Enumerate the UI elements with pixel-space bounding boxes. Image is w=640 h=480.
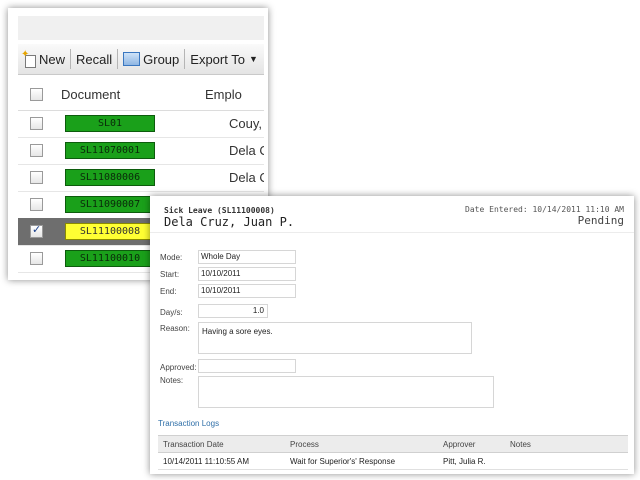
document-subtitle: Sick Leave (SL11100008) xyxy=(164,206,275,215)
start-label: Start: xyxy=(160,270,180,279)
new-document-icon: ✦ xyxy=(21,49,37,68)
table-row[interactable]: SL11080006 Dela C xyxy=(18,164,264,192)
group-icon xyxy=(123,52,141,66)
reason-label: Reason: xyxy=(160,324,190,333)
days-field[interactable]: 1.0 xyxy=(198,304,268,318)
log-header-approver: Approver xyxy=(443,440,476,449)
recall-button-label: Recall xyxy=(76,51,113,67)
list-header-row: Document Emplo xyxy=(18,78,264,111)
column-header-employee[interactable]: Emplo xyxy=(205,87,242,102)
list-top-bar xyxy=(18,16,264,40)
approved-field[interactable] xyxy=(198,359,296,373)
document-id-chip[interactable]: SL11070001 xyxy=(65,142,155,159)
recall-button[interactable]: Recall xyxy=(71,44,117,74)
table-row[interactable]: SL01 Couy, xyxy=(18,110,264,138)
log-header-row: Transaction Date Process Approver Notes xyxy=(158,435,628,453)
row-checkbox[interactable] xyxy=(30,252,43,265)
row-checkbox[interactable] xyxy=(30,144,43,157)
row-checkbox[interactable] xyxy=(30,198,43,211)
notes-textarea[interactable] xyxy=(198,376,494,408)
row-checkbox[interactable] xyxy=(30,171,43,184)
document-id-chip[interactable]: SL11100010 xyxy=(65,250,155,267)
dropdown-arrow-icon: ▼ xyxy=(248,54,258,64)
document-id-chip[interactable]: SL11080006 xyxy=(65,169,155,186)
start-date-field[interactable]: 10/10/2011 xyxy=(198,267,296,281)
log-header-date: Transaction Date xyxy=(163,440,224,449)
employee-name: Dela Cruz, Juan P. xyxy=(164,215,295,229)
document-id-chip[interactable]: SL11090007 xyxy=(65,196,155,213)
group-button-label: Group xyxy=(143,51,180,67)
log-row: 10/14/2011 11:10:55 AM Wait for Superior… xyxy=(158,453,628,470)
detail-header: Sick Leave (SL11100008) Dela Cruz, Juan … xyxy=(150,196,634,233)
approved-label: Approved: xyxy=(160,363,197,372)
status-text: Pending xyxy=(577,214,624,227)
date-entered: Date Entered: 10/14/2011 11:10 AM xyxy=(465,205,624,214)
export-dropdown[interactable]: Export To ▼ xyxy=(185,44,263,74)
group-button[interactable]: Group xyxy=(118,44,184,74)
document-id-chip[interactable]: SL11100008 xyxy=(65,223,155,240)
end-date-field[interactable]: 10/10/2011 xyxy=(198,284,296,298)
column-header-document[interactable]: Document xyxy=(61,87,201,102)
employee-cell: Dela C xyxy=(229,170,264,185)
transaction-log-table: Transaction Date Process Approver Notes … xyxy=(158,435,628,470)
reason-textarea[interactable]: Having a sore eyes. xyxy=(198,322,472,354)
transaction-logs-link[interactable]: Transaction Logs xyxy=(158,419,219,428)
log-process-cell: Wait for Superior's' Response xyxy=(290,457,396,466)
row-checkbox-checked[interactable]: ✓ xyxy=(30,223,43,238)
checkmark-icon: ✓ xyxy=(32,223,42,236)
employee-cell: Couy, xyxy=(229,116,262,131)
log-approver-cell: Pitt, Julia R. xyxy=(443,457,486,466)
log-date-cell: 10/14/2011 11:10:55 AM xyxy=(163,457,249,466)
list-toolbar: ✦ New Recall Group Export To ▼ xyxy=(18,44,264,75)
end-label: End: xyxy=(160,287,177,296)
leave-detail-card: Sick Leave (SL11100008) Dela Cruz, Juan … xyxy=(150,196,634,474)
new-button[interactable]: ✦ New xyxy=(18,44,70,74)
new-button-label: New xyxy=(39,51,66,67)
document-id-chip[interactable]: SL01 xyxy=(65,115,155,132)
notes-label: Notes: xyxy=(160,376,184,385)
select-all-checkbox[interactable] xyxy=(30,87,43,101)
employee-cell: Dela C xyxy=(229,143,264,158)
table-row[interactable]: SL11070001 Dela C xyxy=(18,137,264,165)
row-checkbox[interactable] xyxy=(30,117,43,130)
export-button-label: Export To xyxy=(190,51,245,67)
mode-label: Mode: xyxy=(160,253,183,262)
log-header-process: Process xyxy=(290,440,319,449)
mode-field[interactable]: Whole Day xyxy=(198,250,296,264)
days-label: Day/s: xyxy=(160,308,183,317)
log-header-notes: Notes xyxy=(510,440,531,449)
